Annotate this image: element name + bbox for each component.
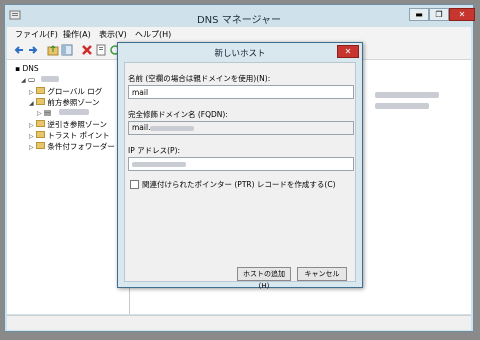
close-button[interactable]: ✕ [449, 8, 475, 21]
back-icon[interactable] [13, 44, 25, 56]
title-bar[interactable]: DNS マネージャー ▬ ❐ ✕ [5, 5, 475, 27]
close-icon: ✕ [458, 10, 466, 19]
forward-icon[interactable] [27, 44, 39, 56]
tree-node-conditional-forwarders[interactable]: ▷ 条件付フォワーダー [29, 141, 115, 152]
menu-view[interactable]: 表示(V) [99, 29, 127, 40]
delete-icon[interactable] [81, 44, 93, 56]
zone-name-redacted [59, 109, 89, 115]
tree-node-label: グローバル ログ [47, 87, 103, 96]
menu-file[interactable]: ファイル(F) [15, 29, 58, 40]
collapse-arrow-icon: ▷ [29, 144, 34, 151]
fqdn-value: mail. [132, 123, 151, 132]
collapse-arrow-icon: ▷ [29, 122, 34, 129]
dialog-body: 名前 (空欄の場合は親ドメインを使用)(N): 完全修飾ドメイン名 (FQDN)… [124, 62, 356, 290]
console-tree: ▪ DNS ◢ ▭ ▷ グローバル ログ ◢ 前方参照ゾーン ▷ ▤ ▷ 逆引き… [7, 60, 130, 314]
ip-address-redacted [132, 161, 186, 167]
tree-node-label: トラスト ポイント [47, 131, 110, 140]
ptr-label[interactable]: 関連付けられたポインター (PTR) レコードを作成する(C) [142, 179, 336, 190]
new-host-dialog: 新しいホスト ✕ 名前 (空欄の場合は親ドメインを使用)(N): 完全修飾ドメイ… [117, 42, 363, 290]
tree-node-reverse-zones[interactable]: ▷ 逆引き参照ゾーン [29, 119, 107, 130]
fqdn-display: mail. [128, 121, 354, 135]
ip-input[interactable] [128, 157, 354, 171]
minimize-icon: ▬ [415, 10, 423, 19]
properties-icon[interactable] [95, 44, 107, 56]
cancel-button[interactable]: キャンセル [297, 267, 347, 281]
tree-node-label: 前方参照ゾーン [47, 98, 100, 107]
dialog-title: 新しいホスト [214, 49, 266, 59]
tree-node-zone[interactable]: ▷ ▤ [37, 108, 89, 117]
status-bar [7, 315, 471, 330]
tree-node-label: DNS [22, 64, 39, 73]
zone-icon: ▤ [44, 108, 52, 117]
ptr-checkbox[interactable] [130, 180, 139, 189]
folder-icon [36, 142, 46, 149]
folder-icon [36, 87, 46, 94]
dns-icon: ▪ [15, 64, 21, 73]
add-host-button[interactable]: ホストの追加(H) [237, 267, 291, 290]
expand-arrow-icon: ◢ [29, 100, 34, 107]
fqdn-label: 完全修飾ドメイン名 (FQDN): [128, 110, 228, 119]
server-name-redacted [41, 76, 59, 82]
server-icon: ▭ [28, 75, 36, 84]
record-value-redacted [375, 103, 429, 109]
up-folder-icon[interactable] [47, 44, 59, 56]
ip-label: IP アドレス(P): [128, 146, 181, 155]
tree-node-label: 逆引き参照ゾーン [47, 120, 108, 129]
name-input[interactable] [128, 85, 354, 99]
menu-help[interactable]: ヘルプ(H) [135, 29, 171, 40]
folder-icon [36, 98, 46, 105]
collapse-arrow-icon: ▷ [37, 110, 42, 117]
dialog-close-button[interactable]: ✕ [337, 45, 359, 58]
folder-icon [36, 120, 46, 127]
folder-icon [36, 131, 46, 138]
collapse-arrow-icon: ▷ [29, 89, 34, 96]
tree-node-server[interactable]: ◢ ▭ [21, 75, 59, 84]
record-value-redacted [375, 92, 439, 98]
fqdn-domain-redacted [150, 125, 195, 131]
collapse-arrow-icon: ▷ [29, 133, 34, 140]
name-label: 名前 (空欄の場合は親ドメインを使用)(N): [128, 74, 271, 83]
window-title: DNS マネージャー [196, 15, 281, 26]
close-icon: ✕ [344, 47, 352, 56]
tree-node-forward-zones[interactable]: ◢ 前方参照ゾーン [29, 97, 100, 108]
tree-node-label: 条件付フォワーダー [47, 142, 115, 151]
maximize-icon: ❐ [435, 10, 443, 19]
minimize-button[interactable]: ▬ [409, 8, 429, 21]
show-tree-icon[interactable] [61, 44, 73, 56]
tree-node-trust-points[interactable]: ▷ トラスト ポイント [29, 130, 110, 141]
tree-node-global-logs[interactable]: ▷ グローバル ログ [29, 86, 102, 97]
expand-arrow-icon: ◢ [21, 77, 26, 84]
maximize-button[interactable]: ❐ [429, 8, 449, 21]
menu-bar: ファイル(F) 操作(A) 表示(V) ヘルプ(H) [7, 27, 471, 41]
tree-node-dns[interactable]: ▪ DNS [15, 64, 39, 73]
menu-action[interactable]: 操作(A) [63, 29, 91, 40]
